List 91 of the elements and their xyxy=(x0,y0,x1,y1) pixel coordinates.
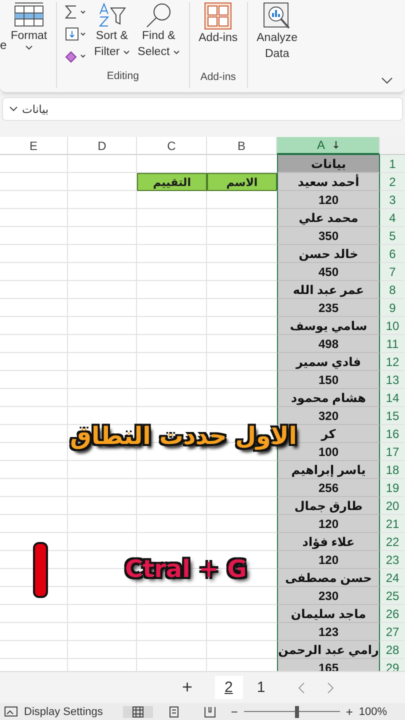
table-cell: محمد علي xyxy=(277,209,380,227)
column-header[interactable]: A xyxy=(277,137,380,155)
sort-filter-icon xyxy=(96,2,127,28)
chevron-icon xyxy=(172,50,180,55)
chevron-icon xyxy=(122,50,130,55)
table-cell: هشام محمود xyxy=(277,389,380,407)
row-number[interactable]: 22 xyxy=(380,533,405,551)
row-number[interactable]: 7 xyxy=(380,263,405,281)
table-cell: حسن مصطفى xyxy=(277,569,380,587)
table-cell: أحمد سعيد xyxy=(277,173,380,191)
row-number[interactable]: 8 xyxy=(380,281,405,299)
normal-view-icon[interactable] xyxy=(122,706,153,718)
row-number[interactable]: 23 xyxy=(380,551,405,569)
table-cell: 235 xyxy=(277,299,380,317)
ribbon-label: e xyxy=(0,38,7,52)
column-header[interactable]: E xyxy=(0,137,68,155)
add-sheet-button[interactable]: + xyxy=(182,677,193,698)
table-cell: 150 xyxy=(277,371,380,389)
row-number[interactable]: 25 xyxy=(380,587,405,605)
analyze-data-button[interactable]: Analyze Data xyxy=(252,0,302,64)
row-number[interactable]: 28 xyxy=(380,641,405,659)
row-number[interactable]: 27 xyxy=(380,623,405,641)
table-cell: بيانات xyxy=(277,155,380,173)
display-settings-button[interactable]: Display Settings xyxy=(24,706,103,718)
zoom-out-button[interactable]: − xyxy=(230,704,238,718)
column-header[interactable]: D xyxy=(68,137,137,155)
row-number[interactable]: 14 xyxy=(380,389,405,407)
table-cell: 256 xyxy=(277,479,380,497)
table-cell: فادي سمير xyxy=(277,353,380,371)
row-number[interactable]: 6 xyxy=(380,245,405,263)
column-header[interactable]: B xyxy=(207,137,277,155)
table-cell: 350 xyxy=(277,227,380,245)
sheet-tab[interactable]: 1 xyxy=(246,676,276,699)
row-number[interactable]: 24 xyxy=(380,569,405,587)
row-number[interactable]: 15 xyxy=(380,407,405,425)
formula-bar[interactable]: بيانات xyxy=(2,97,403,121)
chevron-right-icon[interactable] xyxy=(327,682,336,694)
sheet-tab[interactable]: 2 xyxy=(214,676,243,699)
column-header[interactable]: C xyxy=(137,137,207,155)
table-cell: 120 xyxy=(277,191,380,209)
chevron-icon xyxy=(24,45,33,51)
row-number[interactable]: 1 xyxy=(380,155,405,173)
table-cell: طارق جمال xyxy=(277,497,380,515)
row-number[interactable]: 19 xyxy=(380,479,405,497)
row-number[interactable]: 20 xyxy=(380,497,405,515)
chevron-icon[interactable] xyxy=(381,77,393,85)
row-number[interactable]: 3 xyxy=(380,191,405,209)
caption-text: Ctral + G xyxy=(125,555,247,583)
row-number[interactable]: 2 xyxy=(380,173,405,191)
slider-thumb[interactable] xyxy=(294,706,299,718)
find-select-button[interactable]: Find & Select xyxy=(134,0,184,62)
row-number[interactable]: 10 xyxy=(380,317,405,335)
row-number[interactable]: 4 xyxy=(380,209,405,227)
table-cell: التقييم xyxy=(137,173,207,191)
table-cell: سامي يوسف xyxy=(277,317,380,335)
row-number[interactable]: 16 xyxy=(380,425,405,443)
row-number[interactable]: 12 xyxy=(380,353,405,371)
table-cell: 498 xyxy=(277,335,380,353)
sort-filter-button[interactable]: Sort & Filter xyxy=(90,0,134,62)
table-cell: خالد حسن xyxy=(277,245,380,263)
table-cell: الاسم xyxy=(207,173,277,191)
table-cell: 123 xyxy=(277,623,380,641)
table-cell: 120 xyxy=(277,551,380,569)
chevron-left-icon[interactable] xyxy=(297,682,306,694)
format-button[interactable]: Format xyxy=(6,0,52,53)
add-ins-button[interactable]: Add-ins xyxy=(194,0,242,48)
row-number[interactable]: 9 xyxy=(380,299,405,317)
table-cell: 230 xyxy=(277,587,380,605)
zoom-in-button[interactable]: + xyxy=(346,704,353,718)
row-number[interactable]: 26 xyxy=(380,605,405,623)
table-cell: 320 xyxy=(277,407,380,425)
row-number[interactable]: 18 xyxy=(380,461,405,479)
marker-bar xyxy=(33,542,48,598)
row-number[interactable]: 11 xyxy=(380,335,405,353)
table-cell: رامي عبد الرحمن xyxy=(277,641,380,659)
group-label: Add-ins xyxy=(200,71,236,83)
display-icon xyxy=(4,706,18,718)
row-number[interactable]: 5 xyxy=(380,227,405,245)
row-number[interactable]: 17 xyxy=(380,443,405,461)
table-cell: ماجد سليمان xyxy=(277,605,380,623)
table-cell: 450 xyxy=(277,263,380,281)
row-number[interactable]: 13 xyxy=(380,371,405,389)
table-cell: عمر عبد الله xyxy=(277,281,380,299)
table-cell: علاء فؤاد xyxy=(277,533,380,551)
table-cell: 120 xyxy=(277,515,380,533)
table-cell: ياسر إبراهيم xyxy=(277,461,380,479)
arrow-icon xyxy=(333,141,339,149)
group-label: Editing xyxy=(106,70,139,82)
row-number[interactable]: 21 xyxy=(380,515,405,533)
zoom-reading: 100% xyxy=(358,706,388,718)
chevron-icon xyxy=(9,106,18,112)
